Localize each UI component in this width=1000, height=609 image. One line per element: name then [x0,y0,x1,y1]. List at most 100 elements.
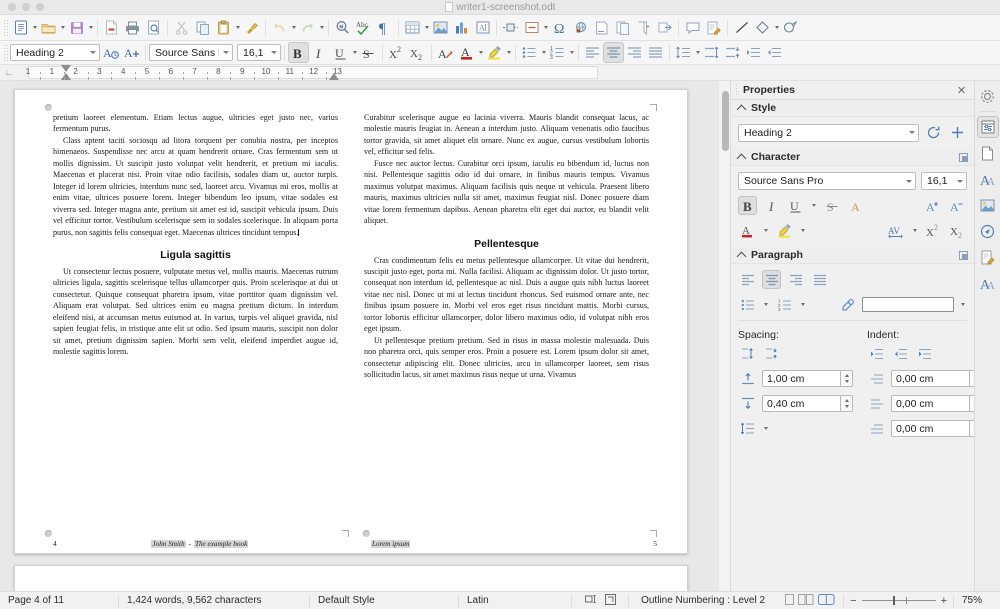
insert-table-icon[interactable] [402,17,423,38]
line-spacing-icon[interactable] [673,42,694,63]
paragraph[interactable]: Ut consectetur lectus posuere, vulputate… [53,266,338,358]
align-center-button[interactable] [603,42,624,63]
paragraph[interactable]: Curabitur scelerisque augue eu lacinia v… [364,112,649,158]
paragraph-background-dropdown[interactable] [959,295,967,314]
sidebar-page-tab[interactable] [977,142,999,164]
insert-page-break-icon[interactable] [500,17,521,38]
status-page-style[interactable]: Default Style [310,592,458,609]
insert-image-icon[interactable] [430,17,451,38]
zoom-slider-group[interactable]: − + [844,595,953,607]
sidebar-increase-indent-icon[interactable] [867,344,886,363]
align-left-button[interactable] [582,42,603,63]
indent-before-stepper[interactable] [891,370,982,387]
sidebar-justified-button[interactable] [810,270,829,289]
cut-icon[interactable] [171,17,192,38]
sidebar-properties-tab[interactable] [976,116,999,138]
font-color-icon[interactable]: A [456,42,477,63]
insert-text-box-icon[interactable]: A [472,17,493,38]
sidebar-shadow-button[interactable]: A [847,196,866,215]
sidebar-unordered-list-icon[interactable] [738,295,757,314]
print-preview-icon[interactable] [143,17,164,38]
update-style-icon[interactable] [924,123,943,142]
italic-button[interactable]: I [309,42,330,63]
left-indent-marker[interactable] [61,73,71,80]
section-header-character[interactable]: Character [731,149,974,166]
paragraph-background-icon[interactable] [838,295,857,314]
insert-mode-icon[interactable] [584,594,598,607]
insert-bookmark-icon[interactable] [633,17,654,38]
sidebar-ordered-list-dropdown[interactable] [799,295,807,314]
insert-special-character-icon[interactable]: Ω [549,17,570,38]
spacing-above-spin-buttons[interactable] [840,370,853,387]
paragraph[interactable]: Class aptent taciti sociosqu ad litora t… [53,135,338,238]
increase-spacing-icon[interactable] [738,344,757,363]
document-canvas[interactable]: pretium laoreet elementum. Etiam lectus … [0,81,718,591]
character-spacing-dropdown[interactable] [911,221,919,240]
sidebar-highlight-color-icon[interactable] [775,221,794,240]
new-style-icon[interactable] [948,123,967,142]
ruler-track[interactable]: 1 1 2 3 4 5 6 7 8 9 10 11 12 13 [18,65,1000,80]
sidebar-gallery-tab[interactable] [977,194,999,216]
highlight-color-icon[interactable] [484,42,505,63]
font-color-dropdown[interactable] [477,42,484,63]
sidebar-font-name-combobox[interactable]: Source Sans Pro [738,172,916,190]
indent-first-line-stepper[interactable] [891,420,982,437]
insert-field-icon[interactable] [521,17,542,38]
insert-hyperlink-icon[interactable] [570,17,591,38]
paragraph[interactable]: Ut pellentesque pretium pretium. Sed in … [364,335,649,381]
save-document-icon[interactable] [66,17,87,38]
indent-before-input[interactable] [891,370,969,387]
clone-formatting-icon[interactable] [241,17,262,38]
footer-left[interactable]: 4 John Smith - The example book [53,539,349,548]
chevron-down-icon[interactable] [86,51,99,54]
sidebar-manage-changes-tab[interactable] [977,246,999,268]
clear-formatting-icon[interactable]: A [435,42,456,63]
paragraph[interactable]: pretium laoreet elementum. Etiam lectus … [53,112,338,135]
sidebar-font-color-icon[interactable]: A [738,221,757,240]
horizontal-ruler[interactable]: ∟ 1 1 2 3 4 5 6 7 8 9 10 11 12 13 [0,65,1000,81]
sidebar-ordered-list-icon[interactable]: 123 [775,295,794,314]
undo-dropdown[interactable] [290,17,297,38]
open-document-dropdown[interactable] [59,17,66,38]
basic-shapes-icon[interactable] [752,17,773,38]
heading-ligula-sagittis[interactable]: Ligula sagittis [53,249,338,261]
decrease-spacing-icon[interactable] [762,344,781,363]
heading-pellentesque[interactable]: Pellentesque [364,238,649,250]
zoom-level[interactable]: 75% [954,592,1000,609]
redo-dropdown[interactable] [318,17,325,38]
vertical-scrollbar[interactable] [718,81,730,591]
print-icon[interactable] [122,17,143,38]
insert-chart-icon[interactable] [451,17,472,38]
insert-cross-reference-icon[interactable] [654,17,675,38]
single-page-view-icon[interactable] [785,593,795,608]
update-style-icon[interactable]: A [100,42,121,63]
strikethrough-button[interactable]: S [358,42,379,63]
font-name-combobox[interactable]: Source Sans Pro [149,44,233,61]
indent-first-line-input[interactable] [891,420,969,437]
zoom-slider-track[interactable] [861,596,936,605]
sidebar-styles-tab[interactable]: AA [977,168,999,190]
sidebar-font-size-combobox[interactable]: 16,1 [921,172,967,190]
close-window-button[interactable] [8,3,16,11]
indent-after-input[interactable] [891,395,969,412]
first-line-indent-marker[interactable] [61,65,71,72]
chevron-up-icon[interactable] [738,104,746,112]
spacing-above-stepper[interactable] [762,370,853,387]
insert-line-icon[interactable] [731,17,752,38]
section-header-paragraph[interactable]: Paragraph [731,247,974,264]
paragraph[interactable]: Fusce nec auctor lectus. Curabitur orci … [364,158,649,227]
insert-footnote-icon[interactable] [591,17,612,38]
ordered-list-icon[interactable]: 123 [547,42,568,63]
multi-page-view-icon[interactable] [798,593,814,608]
export-pdf-icon[interactable] [101,17,122,38]
paragraph-dialog-launcher[interactable] [959,250,968,260]
show-draw-functions-icon[interactable] [780,17,801,38]
chevron-up-icon[interactable] [738,251,746,259]
bold-button[interactable]: B [288,42,309,63]
underline-dropdown[interactable] [351,42,358,63]
document-page-5[interactable] [14,565,688,591]
increase-font-size-icon[interactable]: A [924,196,943,215]
sidebar-grip[interactable] [735,84,739,96]
sidebar-style-combobox[interactable]: Heading 2 [738,123,919,142]
vertical-scrollbar-thumb[interactable] [722,91,729,151]
